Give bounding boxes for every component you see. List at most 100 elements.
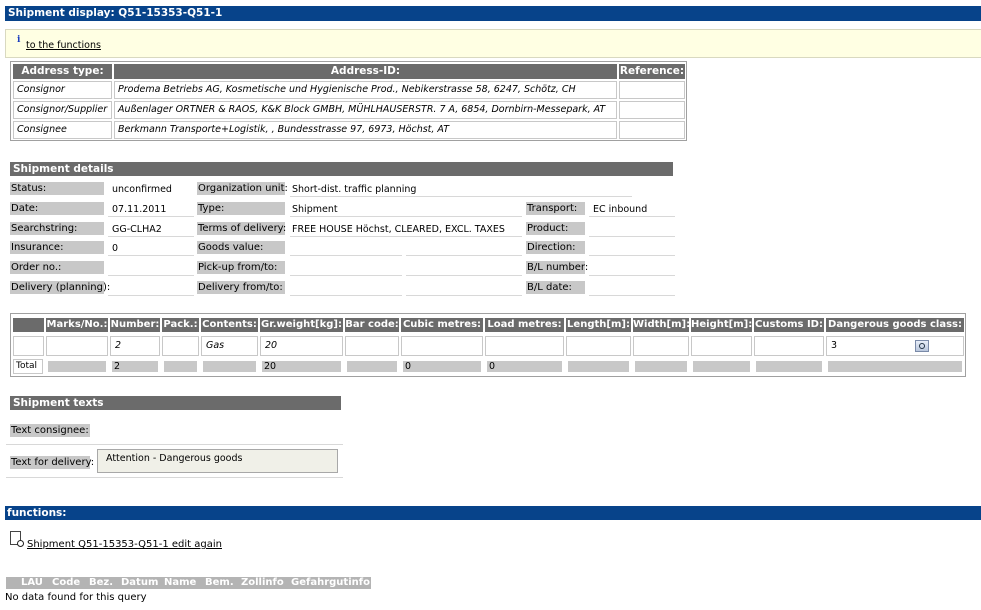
goods-table: Marks/No.: Number: Pack.: Contents: Gr.w… <box>10 313 966 377</box>
reference-cell <box>619 101 685 119</box>
column-header: Datum <box>121 577 159 588</box>
address-type-header: Address type: <box>13 64 112 79</box>
goods-cell <box>401 336 483 356</box>
total-number: 2 <box>112 361 158 372</box>
divider <box>290 275 402 276</box>
goods-cell <box>754 336 824 356</box>
pickup-label: Pick-up from/to: <box>197 261 285 274</box>
column-header: Zollinfo <box>241 577 284 588</box>
total-cell <box>347 361 397 372</box>
bl-date-label: B/L date: <box>526 281 585 294</box>
column-header: Bez. <box>89 577 114 588</box>
divider <box>290 295 402 296</box>
total-weight: 20 <box>262 361 341 372</box>
dg-class-value: 3 <box>831 340 838 351</box>
bl-number-label: B/L number: <box>526 261 589 274</box>
terms-label: Terms of delivery: <box>197 222 287 235</box>
delivery-planning-label: Delivery (planning): <box>10 281 111 294</box>
address-table: Address type: Address-ID: Reference: Con… <box>10 61 687 141</box>
shipment-details-header: Shipment details <box>10 162 673 176</box>
total-load: 0 <box>487 361 562 372</box>
divider <box>406 275 522 276</box>
column-header: Name <box>164 577 197 588</box>
transport-value: EC inbound <box>593 204 648 215</box>
total-cell <box>693 361 750 372</box>
divider <box>108 255 194 256</box>
divider <box>290 196 632 197</box>
goods-header <box>13 318 44 332</box>
edit-again-link[interactable]: Shipment Q51-15353-Q51-1 edit again <box>27 539 222 550</box>
window-title: Shipment display: Q51-15353-Q51-1 <box>5 6 981 21</box>
delivery-text-field[interactable]: Attention - Dangerous goods <box>97 449 338 473</box>
status-value: unconfirmed <box>112 184 172 195</box>
total-cell <box>164 361 197 372</box>
total-cell <box>756 361 822 372</box>
address-type-cell: Consignor <box>13 81 112 99</box>
goods-dg-class-cell: 3 <box>826 336 964 356</box>
total-cell <box>48 361 106 372</box>
goods-header: Width[m]: <box>633 318 689 332</box>
divider <box>6 477 343 478</box>
insurance-value: 0 <box>112 243 119 254</box>
org-unit-value: Short-dist. traffic planning <box>292 184 417 195</box>
insurance-label: Insurance: <box>10 241 104 254</box>
goods-value-label: Goods value: <box>197 241 285 254</box>
terms-value: FREE HOUSE Höchst, CLEARED, EXCL. TAXES <box>292 224 505 235</box>
goods-cell <box>485 336 564 356</box>
transport-label: Transport: <box>526 202 585 215</box>
type-label: Type: <box>197 202 285 215</box>
goods-header: Dangerous goods class: <box>826 318 964 332</box>
goods-header: Marks/No.: <box>46 318 108 332</box>
text-delivery-label: Text for delivery: <box>10 456 95 469</box>
goods-header: Load metres: <box>485 318 564 332</box>
goods-header: Bar code: <box>345 318 399 332</box>
delivery-from-label: Delivery from/to: <box>197 281 285 294</box>
goods-header: Contents: <box>201 318 258 332</box>
divider <box>6 444 343 445</box>
address-id-cell: Prodema Betriebs AG, Kosmetische und Hyg… <box>114 81 617 99</box>
divider <box>108 236 194 237</box>
reference-header: Reference: <box>619 64 685 79</box>
document-search-icon[interactable] <box>10 531 24 547</box>
address-id-cell: Berkmann Transporte+Logistik, , Bundesst… <box>114 121 617 139</box>
divider <box>589 236 675 237</box>
order-no-label: Order no.: <box>10 261 104 274</box>
goods-header: Cubic metres: <box>401 318 483 332</box>
lookup-icon[interactable] <box>915 340 929 352</box>
product-label: Product: <box>526 222 585 235</box>
address-type-cell: Consignor/Supplier <box>13 101 112 119</box>
goods-cell <box>633 336 689 356</box>
goods-header: Height[m]: <box>691 318 752 332</box>
searchstring-value: GG-CLHA2 <box>112 224 162 235</box>
divider <box>406 255 522 256</box>
text-consignee-label: Text consignee: <box>10 424 90 437</box>
info-icon: i <box>17 35 21 45</box>
divider <box>108 295 194 296</box>
no-data-message: No data found for this query <box>5 592 147 603</box>
divider <box>290 255 402 256</box>
divider <box>589 275 675 276</box>
to-functions-link[interactable]: to the functions <box>26 40 101 51</box>
info-bar: i to the functions <box>5 29 981 58</box>
total-cell <box>568 361 629 372</box>
goods-weight-cell: 20 <box>260 336 343 356</box>
goods-cell <box>566 336 631 356</box>
functions-header: functions: <box>5 506 981 520</box>
divider <box>108 216 194 217</box>
goods-header: Length[m]: <box>566 318 631 332</box>
column-header: Code <box>52 577 81 588</box>
divider <box>589 216 675 217</box>
goods-header: Customs ID: <box>754 318 824 332</box>
total-cell <box>203 361 256 372</box>
divider <box>589 295 675 296</box>
goods-header: Number: <box>110 318 160 332</box>
org-unit-label: Organization unit: <box>197 182 288 195</box>
goods-cell <box>46 336 108 356</box>
goods-cell <box>691 336 752 356</box>
direction-label: Direction: <box>526 241 585 254</box>
column-header: LAU <box>21 577 43 588</box>
goods-header: Pack.: <box>162 318 199 332</box>
reference-cell <box>619 81 685 99</box>
address-id-cell: Außenlager ORTNER & RAOS, K&K Block GMBH… <box>114 101 617 119</box>
searchstring-label: Searchstring: <box>10 222 104 235</box>
